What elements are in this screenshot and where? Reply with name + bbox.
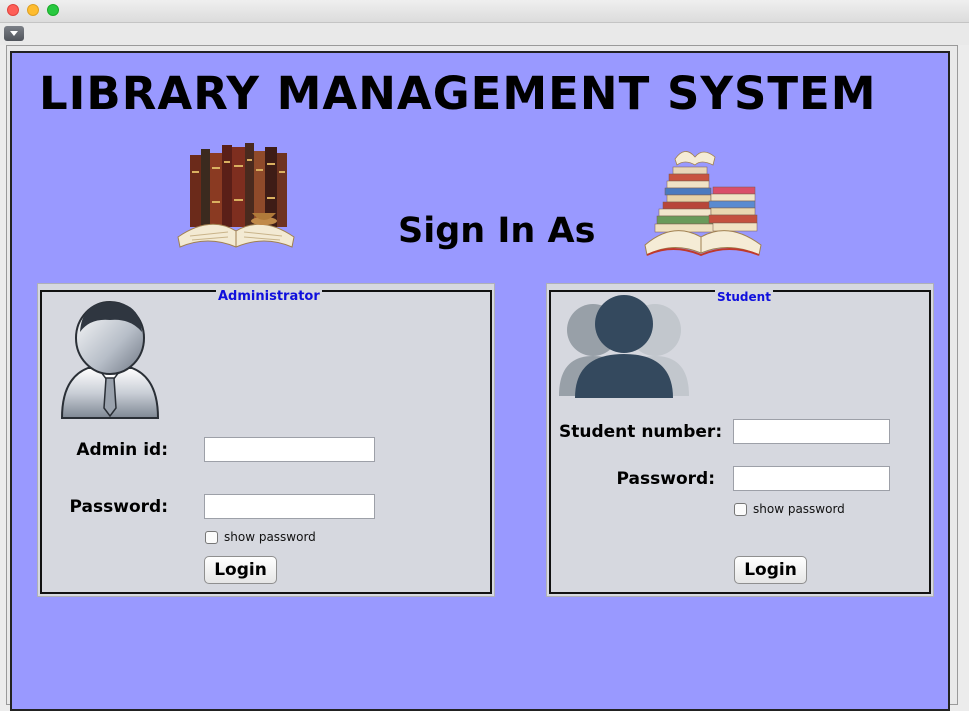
books-pile-icon	[644, 151, 762, 257]
administrator-avatar-icon	[60, 301, 160, 419]
admin-id-field[interactable]	[204, 437, 375, 462]
maximize-window-button[interactable]	[47, 4, 59, 16]
student-panel-border: Student Student number: Password: show p…	[549, 290, 931, 594]
admin-show-password-checkbox[interactable]	[205, 531, 218, 544]
student-number-field[interactable]	[733, 419, 890, 444]
dropdown-menu-icon[interactable]	[4, 26, 24, 41]
close-window-button[interactable]	[7, 4, 19, 16]
books-stack-icon	[177, 143, 295, 248]
app-title: LIBRARY MANAGEMENT SYSTEM	[39, 67, 877, 120]
student-number-label: Student number:	[559, 422, 723, 442]
main-panel: LIBRARY MANAGEMENT SYSTEM Sign In As Adm…	[10, 51, 950, 711]
student-avatar-icon	[559, 295, 689, 398]
student-password-field[interactable]	[733, 466, 890, 491]
admin-show-password-label: show password	[224, 530, 316, 544]
student-legend: Student	[715, 290, 773, 304]
student-panel: Student Student number: Password: show p…	[546, 283, 934, 597]
admin-login-button[interactable]: Login	[204, 556, 277, 584]
admin-password-label: Password:	[69, 497, 168, 517]
administrator-panel-border: Administrator Admin id: Password: show p…	[40, 290, 492, 594]
student-login-button[interactable]: Login	[734, 556, 807, 584]
student-show-password-checkbox[interactable]	[734, 503, 747, 516]
student-show-password-label: show password	[753, 502, 845, 516]
student-password-label: Password:	[616, 469, 715, 489]
administrator-legend: Administrator	[216, 289, 322, 304]
sign-in-heading: Sign In As	[398, 211, 596, 251]
window-titlebar	[0, 0, 969, 23]
admin-id-label: Admin id:	[76, 440, 168, 460]
minimize-window-button[interactable]	[27, 4, 39, 16]
admin-password-field[interactable]	[204, 494, 375, 519]
administrator-panel: Administrator Admin id: Password: show p…	[37, 283, 495, 597]
window-toolbar	[0, 23, 969, 45]
